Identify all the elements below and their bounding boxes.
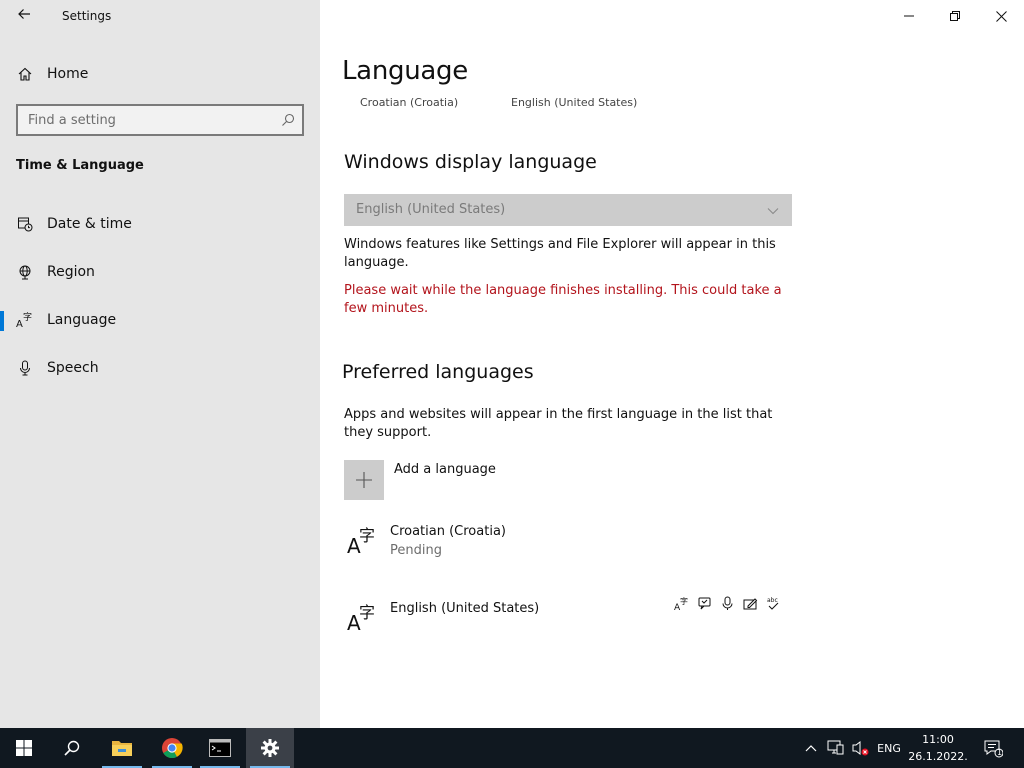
taskbar-file-explorer[interactable] [98,728,146,768]
settings-icon [261,739,279,757]
handwriting-icon [742,595,759,612]
sidebar-item-label: Language [47,312,117,328]
title-bar: Settings [0,0,320,32]
volume-muted-icon [852,741,869,756]
display-language-description: Windows features like Settings and File … [344,237,776,270]
language-icon: A字 [16,311,34,329]
start-button[interactable] [0,728,48,768]
globe-icon [16,263,34,281]
minimize-icon [904,15,914,17]
speech-recognition-icon [719,595,736,612]
preferred-languages-description: Apps and websites will appear in the fir… [344,407,773,440]
language-name: Croatian (Croatia) [390,524,506,539]
language-item-croatian[interactable]: A字 Croatian (Croatia) Pending [344,522,794,570]
preferred-languages-heading: Preferred languages [342,361,534,383]
taskbar: ENG 11:00 26.1.2022. 1 [0,728,1024,768]
chevron-down-icon [766,203,780,217]
date-time-icon [16,215,34,233]
home-icon [16,65,34,83]
tray-volume[interactable] [848,728,872,768]
svg-text:A: A [16,319,23,329]
text-to-speech-icon [696,595,713,612]
nav-home[interactable]: Home [0,58,320,90]
search-box [16,104,304,136]
sidebar: Settings Home Time & Language Date & tim… [0,0,320,728]
minimize-button[interactable] [886,0,932,32]
search-icon[interactable] [280,112,296,128]
dropdown-value: English (United States) [356,202,506,217]
sidebar-item-speech[interactable]: Speech [0,349,320,389]
microphone-icon [16,359,34,377]
language-status: Pending [390,543,442,558]
add-language-label[interactable]: Add a language [394,462,496,477]
tray-input-language[interactable]: ENG [874,728,904,768]
network-icon [827,740,844,755]
display-language-dropdown[interactable]: English (United States) [344,194,792,226]
plus-icon [356,472,372,488]
language-icon: A字 [344,599,380,639]
sidebar-item-label: Speech [47,360,99,376]
sidebar-item-date-time[interactable]: Date & time [0,205,320,245]
svg-text:字: 字 [359,526,375,545]
sidebar-item-label: Region [47,264,95,280]
sub-language-english: English (United States) [511,96,638,109]
tray-chevron-up[interactable] [800,728,822,768]
taskbar-command-prompt[interactable] [196,728,244,768]
language-feature-icons: A字 abc [673,595,782,612]
sidebar-item-region[interactable]: Region [0,253,320,293]
close-button[interactable] [978,0,1024,32]
notification-center-button[interactable]: 1 [978,728,1008,768]
app-title: Settings [62,9,112,23]
svg-text:abc: abc [767,597,778,604]
restore-icon [950,11,960,21]
clock-date: 26.1.2022. [908,750,968,763]
language-icon: A字 [344,522,380,562]
tray-network[interactable] [824,728,848,768]
file-explorer-icon [112,741,132,756]
home-label: Home [47,66,89,82]
command-prompt-icon [209,739,231,757]
sub-language-croatian: Croatian (Croatia) [360,96,459,109]
add-language-button[interactable] [344,460,384,500]
notification-count: 1 [997,748,1003,757]
search-icon [64,740,80,756]
svg-text:字: 字 [680,596,688,606]
taskbar-search-button[interactable] [48,728,96,768]
clock-time: 11:00 [922,733,954,746]
install-warning: Please wait while the language finishes … [344,283,782,316]
section-heading: Time & Language [16,158,144,173]
sidebar-item-label: Date & time [47,216,132,232]
page-title: Language [342,56,468,86]
spell-check-icon: abc [765,595,782,612]
taskbar-chrome[interactable] [148,728,196,768]
display-language-icon: A字 [673,595,690,612]
search-input[interactable] [18,106,273,134]
tray-clock[interactable]: 11:00 26.1.2022. [908,731,968,765]
display-language-heading: Windows display language [344,151,597,173]
chevron-up-icon [805,745,817,752]
language-name: English (United States) [390,601,540,616]
main-content: Language Croatian (Croatia) English (Uni… [320,0,1024,728]
restore-button[interactable] [932,0,978,32]
chrome-icon [162,738,183,759]
svg-text:字: 字 [359,603,375,622]
close-icon [995,10,1007,22]
taskbar-settings[interactable] [246,728,294,768]
language-item-english[interactable]: A字 English (United States) A字 abc [344,596,794,647]
back-arrow-icon [18,9,30,19]
sidebar-item-language[interactable]: A字 Language [0,301,320,341]
back-button[interactable] [14,6,34,26]
start-icon [16,740,32,756]
svg-text:字: 字 [23,311,32,323]
